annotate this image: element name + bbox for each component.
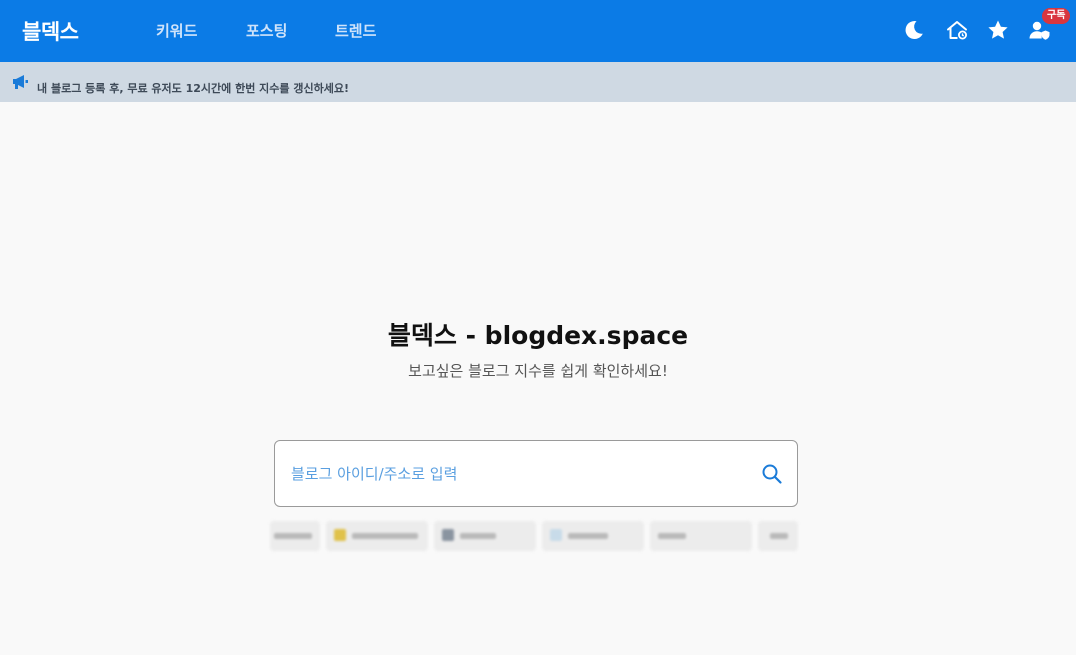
- page-subtitle: 보고싶은 블로그 지수를 쉽게 확인하세요!: [408, 362, 668, 380]
- nav-posting[interactable]: 포스팅: [246, 20, 287, 41]
- top-navigation-bar: 블덱스 키워드 포스팅 트렌드 구독: [0, 0, 1076, 62]
- recent-chip[interactable]: [326, 521, 428, 551]
- recent-chip[interactable]: [650, 521, 752, 551]
- notice-text: 내 블로그 등록 후, 무료 유저도 12시간에 한번 지수를 갱신하세요!: [37, 82, 349, 95]
- recent-chip[interactable]: [434, 521, 536, 551]
- recent-chip[interactable]: [270, 521, 320, 551]
- subscribe-badge[interactable]: 구독: [1042, 8, 1071, 24]
- page-title: 블덱스 - blogdex.space: [387, 321, 689, 350]
- star-icon[interactable]: [986, 18, 1010, 42]
- recent-chip[interactable]: [542, 521, 644, 551]
- nav-keyword[interactable]: 키워드: [156, 20, 197, 41]
- site-logo[interactable]: 블덱스: [22, 16, 79, 46]
- moon-icon[interactable]: [902, 18, 926, 42]
- home-icon[interactable]: [945, 18, 969, 42]
- megaphone-icon: [11, 74, 29, 90]
- recent-chip[interactable]: [758, 521, 798, 551]
- search-icon[interactable]: [761, 463, 783, 485]
- search-input[interactable]: [291, 461, 731, 487]
- nav-trend[interactable]: 트렌드: [335, 20, 376, 41]
- notice-banner: 내 블로그 등록 후, 무료 유저도 12시간에 한번 지수를 갱신하세요!: [0, 62, 1076, 102]
- search-box: [274, 440, 798, 507]
